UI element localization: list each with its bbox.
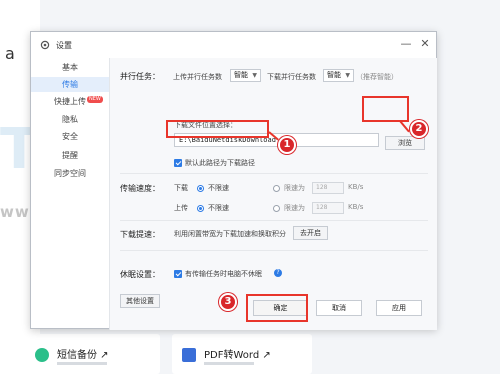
default-path-checkbox[interactable] (174, 159, 182, 167)
annotation-step-1: 1 (278, 136, 296, 154)
other-settings-button[interactable]: 其他设置 (120, 294, 160, 308)
upload-limit-input[interactable]: 128 (312, 202, 344, 214)
upload-parallel-label: 上传并行任务数 (173, 73, 222, 81)
sidebar-item-basic[interactable]: 基本 (31, 60, 109, 75)
browse-button[interactable]: 浏览 (385, 136, 425, 150)
upload-limit-label: 限速为 (284, 204, 305, 212)
apply-button[interactable]: 应用 (376, 300, 422, 316)
download-parallel-value: 智能 (327, 71, 341, 79)
help-icon[interactable]: ? (274, 269, 282, 277)
parallel-hint: （推荐智能） (356, 73, 398, 81)
download-limit-input[interactable]: 128 (312, 182, 344, 194)
annotation-box-browse (362, 96, 409, 122)
default-path-label: 默认此路径为下载路径 (185, 159, 255, 167)
dialog-title: 设置 (56, 41, 72, 50)
sidebar-item-security[interactable]: 安全 (31, 129, 109, 144)
download-unlimited-label: 不限速 (208, 184, 229, 192)
upload-parallel-select[interactable]: 智能 ▼ (230, 69, 261, 82)
download-accelerate-text: 利用闲置带宽为下载加速和换取积分 (174, 230, 286, 238)
upload-unlimited-label: 不限速 (208, 204, 229, 212)
background-logo: a (5, 44, 15, 63)
sidebar-item-quick-upload[interactable]: 快捷上传 NEW (31, 94, 109, 109)
download-unlimited-radio[interactable] (197, 185, 204, 192)
pdf-to-word-label: PDF转Word ↗ (204, 350, 271, 361)
dialog-titlebar[interactable]: 设置 — ✕ (31, 32, 436, 58)
sidebar-item-transfer[interactable]: 传输 (31, 77, 109, 92)
chevron-down-icon: ▼ (252, 72, 257, 79)
prevent-sleep-checkbox[interactable] (174, 270, 182, 278)
sms-backup-card[interactable]: 短信备份 ↗ (25, 334, 160, 374)
gear-icon (40, 40, 50, 50)
upload-unlimited-radio[interactable] (197, 205, 204, 212)
transfer-speed-label: 传输速度： (120, 184, 160, 193)
sms-backup-label: 短信备份 ↗ (57, 350, 109, 361)
download-accelerate-label: 下载提速： (120, 230, 160, 239)
annotation-step-2: 2 (410, 120, 428, 138)
divider (120, 250, 428, 251)
minimize-button[interactable]: — (398, 36, 414, 52)
sms-backup-subtitle (57, 362, 107, 365)
download-parallel-select[interactable]: 智能 ▼ (323, 69, 354, 82)
pdf-to-word-card[interactable]: PDF转Word ↗ (172, 334, 312, 374)
enable-accelerate-button[interactable]: 去开启 (293, 226, 328, 240)
settings-sidebar: 基本 传输 快捷上传 NEW 隐私 安全 提醒 同步空间 (31, 58, 109, 228)
settings-dialog: 设置 — ✕ 基本 传输 快捷上传 NEW 隐私 安全 提醒 同步空间 并行任务… (30, 31, 437, 330)
download-limit-radio[interactable] (273, 185, 280, 192)
new-badge: NEW (87, 96, 103, 103)
upload-parallel-value: 智能 (234, 71, 248, 79)
divider (120, 173, 428, 174)
parallel-tasks-label: 并行任务： (120, 72, 160, 81)
sms-backup-icon (35, 348, 49, 362)
annotation-box-default-path (166, 120, 269, 138)
close-button[interactable]: ✕ (417, 36, 433, 52)
annotation-step-3: 3 (219, 293, 237, 311)
sidebar-item-quick-upload-label: 快捷上传 (54, 97, 86, 106)
download-speed-label: 下载 (174, 184, 188, 192)
upload-limit-unit: KB/s (348, 203, 364, 211)
divider (120, 220, 428, 221)
sleep-settings-label: 休眠设置： (120, 270, 160, 279)
download-limit-unit: KB/s (348, 183, 364, 191)
chevron-down-icon: ▼ (345, 72, 350, 79)
sidebar-item-privacy[interactable]: 隐私 (31, 112, 109, 127)
cancel-button[interactable]: 取消 (316, 300, 362, 316)
upload-speed-label: 上传 (174, 204, 188, 212)
prevent-sleep-label: 有传输任务时电脑不休眠 (185, 270, 262, 278)
annotation-box-ok (246, 294, 308, 322)
download-parallel-label: 下载并行任务数 (267, 73, 316, 81)
download-limit-label: 限速为 (284, 184, 305, 192)
upload-limit-radio[interactable] (273, 205, 280, 212)
sidebar-item-sync-space[interactable]: 同步空间 (31, 166, 109, 181)
pdf-to-word-icon (182, 348, 196, 362)
sidebar-item-reminder[interactable]: 提醒 (31, 148, 109, 163)
pdf-to-word-subtitle (204, 362, 254, 365)
